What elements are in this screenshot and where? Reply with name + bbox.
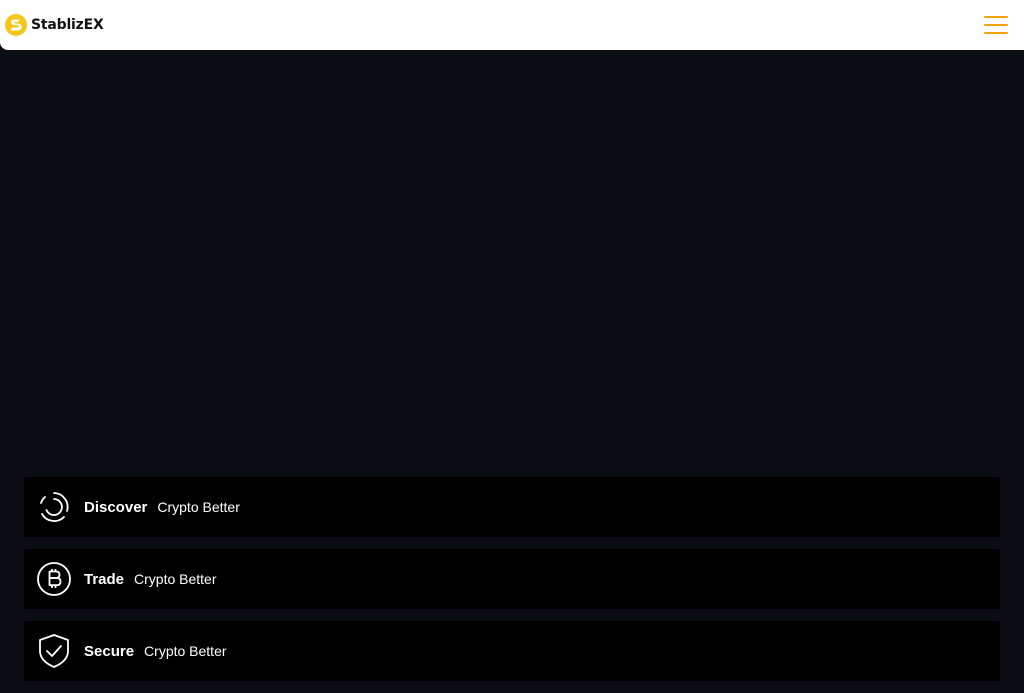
hero-section [0, 50, 1024, 477]
feature-trade[interactable]: Trade Crypto Better [24, 549, 1000, 609]
feature-discover[interactable]: Discover Crypto Better [24, 477, 1000, 537]
menu-bar [984, 16, 1008, 18]
feature-title: Secure [84, 642, 135, 660]
feature-list: Discover Crypto Better Trade Crypto Bett… [24, 477, 1000, 693]
feature-secure[interactable]: Secure Crypto Better [24, 621, 1000, 681]
shield-check-icon [39, 634, 69, 668]
feature-subtitle: Crypto Better [144, 643, 227, 659]
feature-title: Trade [84, 570, 125, 588]
brand-logo[interactable]: StablizEX [4, 12, 104, 38]
stablizex-logo-icon [5, 14, 27, 36]
site-header: StablizEX [0, 0, 1024, 50]
feature-subtitle: Crypto Better [134, 571, 217, 587]
bitcoin-icon [37, 562, 71, 596]
brand-name: StablizEX [31, 17, 104, 33]
orbit-loader-icon [40, 492, 69, 522]
menu-bar [984, 24, 1008, 26]
menu-bar [984, 32, 1008, 34]
hamburger-menu-icon[interactable] [984, 14, 1008, 36]
feature-title: Discover [84, 498, 148, 516]
feature-subtitle: Crypto Better [157, 499, 240, 515]
